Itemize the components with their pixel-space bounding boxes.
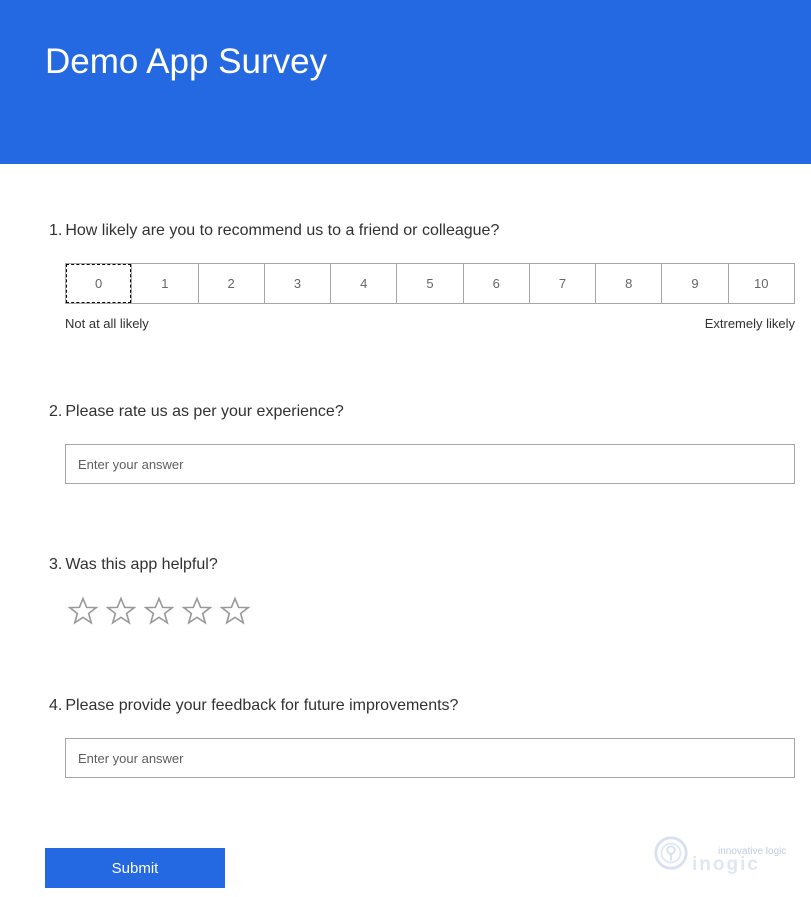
nps-option-10[interactable]: 10: [727, 264, 794, 303]
star-3-icon[interactable]: [144, 594, 182, 628]
question-1-title: 1. How likely are you to recommend us to …: [49, 222, 499, 240]
nps-option-2[interactable]: 2: [197, 264, 264, 303]
question-4-number: 4.: [49, 697, 63, 714]
question-1-text: How likely are you to recommend us to a …: [65, 222, 500, 239]
nps-low-label: Not at all likely: [65, 316, 149, 331]
survey-header: Demo App Survey: [0, 0, 811, 164]
watermark-brand: inogic: [692, 854, 760, 875]
nps-high-label: Extremely likely: [704, 316, 795, 331]
nps-option-6[interactable]: 6: [462, 264, 529, 303]
question-2-number: 2.: [49, 403, 63, 420]
question-4-title: 4. Please provide your feedback for futur…: [49, 697, 458, 715]
question-3-number: 3.: [49, 556, 63, 573]
submit-button[interactable]: Submit: [45, 848, 225, 888]
question-2-title: 2. Please rate us as per your experience?: [49, 403, 344, 421]
star-4-icon[interactable]: [182, 594, 220, 628]
question-2-text: Please rate us as per your experience?: [65, 403, 344, 420]
nps-option-8[interactable]: 8: [595, 264, 662, 303]
question-4-answer-input[interactable]: [65, 738, 795, 778]
star-2-icon[interactable]: [106, 594, 144, 628]
star-5-icon[interactable]: [220, 594, 258, 628]
nps-option-3[interactable]: 3: [263, 264, 331, 303]
inogic-logo-icon: [654, 836, 688, 870]
question-1-number: 1.: [49, 222, 63, 239]
survey-title: Demo App Survey: [45, 42, 328, 81]
star-rating: [68, 594, 258, 628]
inogic-watermark: innovative logic inogic: [652, 832, 792, 877]
nps-option-5[interactable]: 5: [396, 264, 463, 303]
question-3-title: 3. Was this app helpful?: [49, 556, 218, 574]
nps-option-4[interactable]: 4: [330, 264, 397, 303]
nps-option-7[interactable]: 7: [528, 264, 596, 303]
nps-option-0[interactable]: 0: [66, 264, 132, 303]
nps-option-9[interactable]: 9: [661, 264, 728, 303]
question-2-answer-input[interactable]: [65, 444, 795, 484]
nps-scale: 0 1 2 3 4 5 6 7 8 9 10: [65, 263, 795, 304]
question-3-text: Was this app helpful?: [65, 556, 218, 573]
question-4-text: Please provide your feedback for future …: [65, 697, 459, 714]
star-1-icon[interactable]: [68, 594, 106, 628]
nps-option-1[interactable]: 1: [131, 264, 198, 303]
